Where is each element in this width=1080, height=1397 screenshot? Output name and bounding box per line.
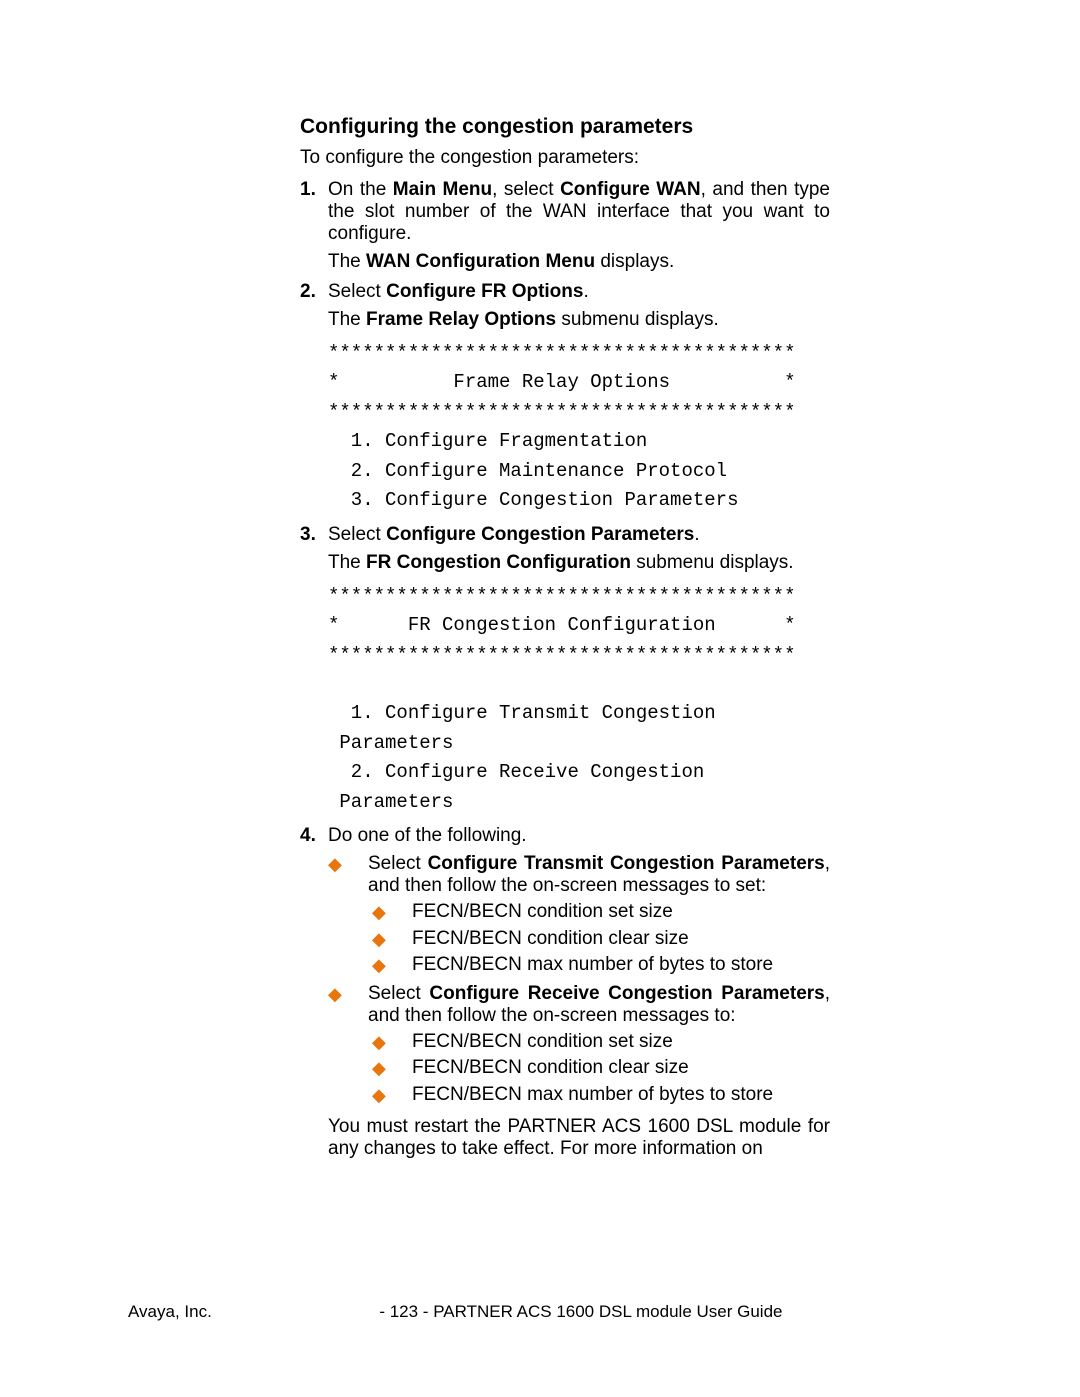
sub-bullet-item: ◆ FECN/BECN condition set size [372,901,830,924]
step-4: 4. Do one of the following. [300,825,830,847]
text: submenu displays. [556,309,719,330]
sub-bullet-item: ◆ FECN/BECN max number of bytes to store [372,954,830,977]
sub-bullet-item: ◆ FECN/BECN condition set size [372,1031,830,1054]
text: The [328,309,366,330]
text: . [583,281,588,302]
sub-bullet-item: ◆ FECN/BECN max number of bytes to store [372,1084,830,1107]
bold-configure-congestion: Configure Congestion Parameters [386,524,694,545]
diamond-icon: ◆ [372,1084,412,1107]
bullet-item: ◆ Select Configure Transmit Congestion P… [328,853,830,897]
step-3: 3. Select Configure Congestion Parameter… [300,524,830,546]
step-1-sub: The WAN Configuration Menu displays. [328,251,830,273]
text: . [694,524,699,545]
bold-fr-congestion-config: FR Congestion Configuration [366,552,631,573]
step-1: 1. On the Main Menu, select Configure WA… [300,179,830,245]
doc-title: PARTNER ACS 1600 DSL module User Guide [433,1302,782,1321]
text: The [328,251,366,272]
step-3-sub: The FR Congestion Configuration submenu … [328,552,830,574]
diamond-icon: ◆ [372,954,412,977]
step-text: Select Configure FR Options. [328,281,830,303]
text: Select [328,524,386,545]
bold-frame-relay-options: Frame Relay Options [366,309,556,330]
sub-bullet-text: FECN/BECN max number of bytes to store [412,954,830,977]
sub-bullet-group: ◆ FECN/BECN condition set size ◆ FECN/BE… [372,1031,830,1107]
bullet-text: Select Configure Transmit Congestion Par… [368,853,830,897]
step-2: 2. Select Configure FR Options. [300,281,830,303]
fr-congestion-menu-block: ****************************************… [328,582,830,818]
sub-bullet-item: ◆ FECN/BECN condition clear size [372,928,830,951]
text: The [328,552,366,573]
sub-bullet-text: FECN/BECN condition set size [412,1031,830,1054]
text: Select [368,983,429,1004]
page-number: - 123 - [379,1302,428,1321]
bold-configure-fr: Configure FR Options [386,281,583,302]
main-content: Configuring the congestion parameters To… [300,115,830,1160]
text: , select [492,179,560,200]
text: Select [368,853,428,874]
footer-rest: - 123 - PARTNER ACS 1600 DSL module User… [212,1302,950,1322]
bold-transmit: Configure Transmit Congestion Parameters [428,853,825,874]
bullet-group: ◆ Select Configure Receive Congestion Pa… [328,983,830,1027]
step-text: On the Main Menu, select Configure WAN, … [328,179,830,245]
text: submenu displays. [631,552,794,573]
step-number: 3. [300,524,328,546]
step-number: 1. [300,179,328,245]
text: On the [328,179,393,200]
closing-text: You must restart the PARTNER ACS 1600 DS… [328,1116,830,1160]
bullet-item: ◆ Select Configure Receive Congestion Pa… [328,983,830,1027]
diamond-icon: ◆ [372,928,412,951]
step-text: Select Configure Congestion Parameters. [328,524,830,546]
step-text: Do one of the following. [328,825,830,847]
diamond-icon: ◆ [328,853,368,897]
sub-bullet-text: FECN/BECN condition clear size [412,928,830,951]
diamond-icon: ◆ [372,1031,412,1054]
sub-bullet-text: FECN/BECN condition clear size [412,1057,830,1080]
bold-wan-config-menu: WAN Configuration Menu [366,251,595,272]
intro-text: To configure the congestion parameters: [300,147,830,169]
bold-configure-wan: Configure WAN [560,179,701,200]
bullet-text: Select Configure Receive Congestion Para… [368,983,830,1027]
diamond-icon: ◆ [372,901,412,924]
frame-relay-menu-block: ****************************************… [328,339,830,516]
text: Select [328,281,386,302]
diamond-icon: ◆ [372,1057,412,1080]
sub-bullet-item: ◆ FECN/BECN condition clear size [372,1057,830,1080]
bullet-group: ◆ Select Configure Transmit Congestion P… [328,853,830,897]
sub-bullet-group: ◆ FECN/BECN condition set size ◆ FECN/BE… [372,901,830,977]
bold-main-menu: Main Menu [393,179,492,200]
step-number: 2. [300,281,328,303]
text: displays. [595,251,674,272]
section-heading: Configuring the congestion parameters [300,115,830,139]
bold-receive: Configure Receive Congestion Parameters [429,983,824,1004]
sub-bullet-text: FECN/BECN max number of bytes to store [412,1084,830,1107]
step-2-sub: The Frame Relay Options submenu displays… [328,309,830,331]
step-number: 4. [300,825,328,847]
footer-company: Avaya, Inc. [128,1302,212,1322]
diamond-icon: ◆ [328,983,368,1027]
sub-bullet-text: FECN/BECN condition set size [412,901,830,924]
page-footer: Avaya, Inc. - 123 - PARTNER ACS 1600 DSL… [128,1302,950,1322]
